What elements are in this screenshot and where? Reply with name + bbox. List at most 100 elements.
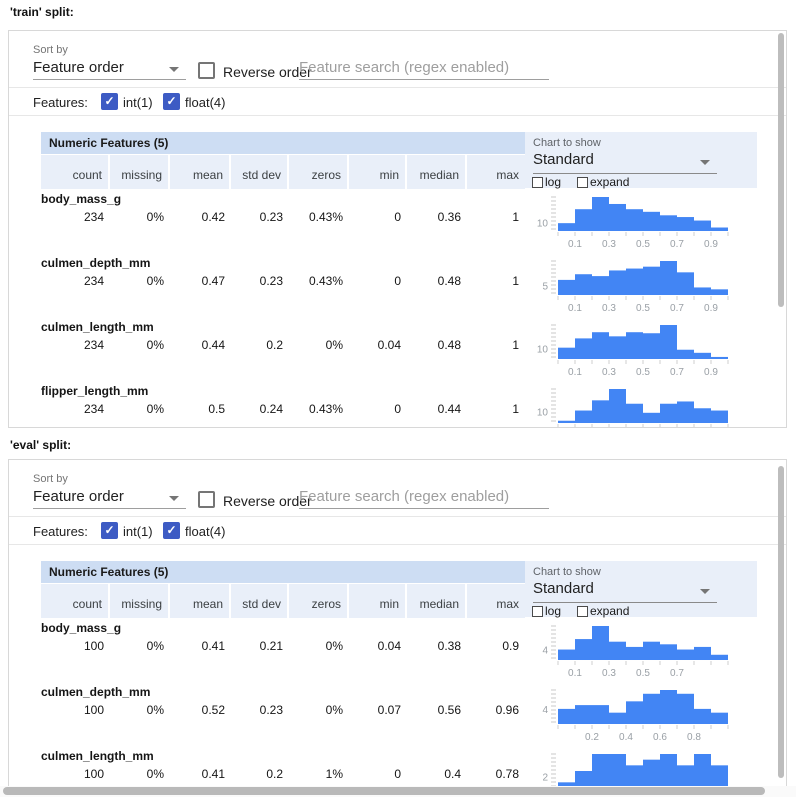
svg-text:10: 10 [537, 408, 549, 419]
feature-type-checkbox[interactable] [163, 93, 180, 110]
features-bar: Features: int(1)float(4) [9, 517, 786, 545]
stats-panel-train: Sort by Feature order Reverse order Feat… [8, 30, 787, 428]
value-count: 234 [41, 210, 110, 224]
expand-checkbox[interactable] [577, 606, 588, 617]
feature-name: body_mass_g [41, 192, 121, 206]
vertical-scrollbar-thumb[interactable] [778, 33, 784, 307]
value-std-dev: 0.23 [231, 210, 289, 224]
value-count: 100 [41, 639, 110, 653]
svg-text:0.5: 0.5 [636, 367, 650, 378]
value-mean: 0.5 [170, 402, 231, 416]
chart-type-select[interactable]: Standard [533, 150, 717, 172]
value-min: 0 [349, 767, 407, 781]
value-min: 0 [349, 274, 407, 288]
feature-type-checkbox[interactable] [101, 522, 118, 539]
feature-name: culmen_length_mm [41, 749, 154, 763]
value-count: 234 [41, 338, 110, 352]
column-header-max: max [467, 155, 525, 189]
expand-label: expand [590, 175, 629, 189]
feature-type-checkbox[interactable] [101, 93, 118, 110]
chart-type-select[interactable]: Standard [533, 579, 717, 601]
value-std-dev: 0.23 [231, 274, 289, 288]
value-count: 100 [41, 767, 110, 781]
feature-type-checkbox[interactable] [163, 522, 180, 539]
svg-text:0.3: 0.3 [602, 367, 616, 378]
value-zeros: 0.43% [289, 402, 349, 416]
value-std-dev: 0.23 [231, 703, 289, 717]
features-bar: Features: int(1)float(4) [9, 88, 786, 116]
feature-row: culmen_length_mm 100.10.30.50.70.9 2340%… [9, 317, 786, 381]
sort-toolbar: Sort by Feature order Reverse order [9, 460, 786, 517]
svg-text:10: 10 [537, 345, 549, 356]
log-checkbox[interactable] [532, 606, 543, 617]
value-zeros: 0% [289, 639, 349, 653]
value-count: 100 [41, 703, 110, 717]
value-mean: 0.41 [170, 639, 231, 653]
value-mean: 0.44 [170, 338, 231, 352]
svg-text:10: 10 [537, 218, 549, 229]
column-header-row: countmissingmeanstd devzerosminmedianmax [41, 155, 525, 189]
expand-checkbox[interactable] [577, 177, 588, 188]
value-mean: 0.42 [170, 210, 231, 224]
feature-search-input[interactable] [299, 55, 549, 80]
value-median: 0.36 [407, 210, 467, 224]
histogram: 100.10.30.50.70.9 [504, 319, 749, 381]
column-header-count: count [41, 584, 110, 618]
chevron-down-icon [169, 67, 179, 72]
chart-to-show-label: Chart to show [533, 566, 601, 578]
horizontal-scrollbar-thumb[interactable] [3, 787, 765, 795]
svg-text:0.7: 0.7 [670, 303, 684, 314]
log-checkbox[interactable] [532, 177, 543, 188]
svg-text:0.5: 0.5 [636, 303, 650, 314]
value-missing: 0% [110, 274, 170, 288]
svg-text:0.6: 0.6 [653, 732, 667, 743]
chart-to-show-box: Chart to show Standard log expand [525, 561, 757, 617]
feature-search-input[interactable] [299, 484, 549, 509]
column-header-max: max [467, 584, 525, 618]
sort-order-value: Feature order [33, 59, 124, 76]
svg-text:0.7: 0.7 [670, 239, 684, 250]
column-header-zeros: zeros [289, 155, 349, 189]
eval-split-label: 'eval' split: [10, 438, 71, 452]
value-median: 0.44 [407, 402, 467, 416]
histogram: 100.10.30.50.70.9 [504, 191, 749, 253]
reverse-order-checkbox[interactable] [198, 491, 215, 508]
column-header-row: countmissingmeanstd devzerosminmedianmax [41, 584, 525, 618]
page: 'train' split: 'eval' split: Sort by Fea… [0, 0, 796, 797]
feature-row: culmen_depth_mm 50.10.30.50.70.9 2340%0.… [9, 253, 786, 317]
chart-type-value: Standard [533, 580, 594, 597]
feature-type-label: int(1) [123, 524, 153, 539]
sort-order-select[interactable]: Feature order [33, 486, 186, 510]
train-split-label: 'train' split: [10, 5, 74, 19]
value-std-dev: 0.2 [231, 767, 289, 781]
column-header-median: median [407, 155, 467, 189]
horizontal-scrollbar[interactable] [0, 786, 796, 797]
value-median: 0.48 [407, 338, 467, 352]
sort-select-underline [33, 508, 186, 509]
value-max: 1 [467, 210, 525, 224]
value-count: 234 [41, 274, 110, 288]
sort-by-label: Sort by [33, 44, 68, 56]
feature-row: flipper_length_mm 10 2340%0.50.240.43%00… [9, 381, 786, 428]
feature-type-label: float(4) [185, 95, 225, 110]
value-zeros: 0.43% [289, 210, 349, 224]
value-missing: 0% [110, 703, 170, 717]
column-header-missing: missing [110, 155, 170, 189]
sort-by-label: Sort by [33, 473, 68, 485]
sort-order-select[interactable]: Feature order [33, 57, 186, 81]
value-max: 0.96 [467, 703, 525, 717]
value-min: 0 [349, 402, 407, 416]
column-header-count: count [41, 155, 110, 189]
vertical-scrollbar-thumb[interactable] [778, 466, 784, 778]
svg-text:0.9: 0.9 [704, 367, 718, 378]
svg-text:0.1: 0.1 [568, 668, 582, 679]
value-median: 0.38 [407, 639, 467, 653]
value-missing: 0% [110, 639, 170, 653]
value-mean: 0.41 [170, 767, 231, 781]
chevron-down-icon [700, 589, 710, 594]
svg-text:0.5: 0.5 [636, 239, 650, 250]
reverse-order-checkbox[interactable] [198, 62, 215, 79]
column-header-median: median [407, 584, 467, 618]
chart-type-value: Standard [533, 151, 594, 168]
feature-name: flipper_length_mm [41, 384, 148, 398]
